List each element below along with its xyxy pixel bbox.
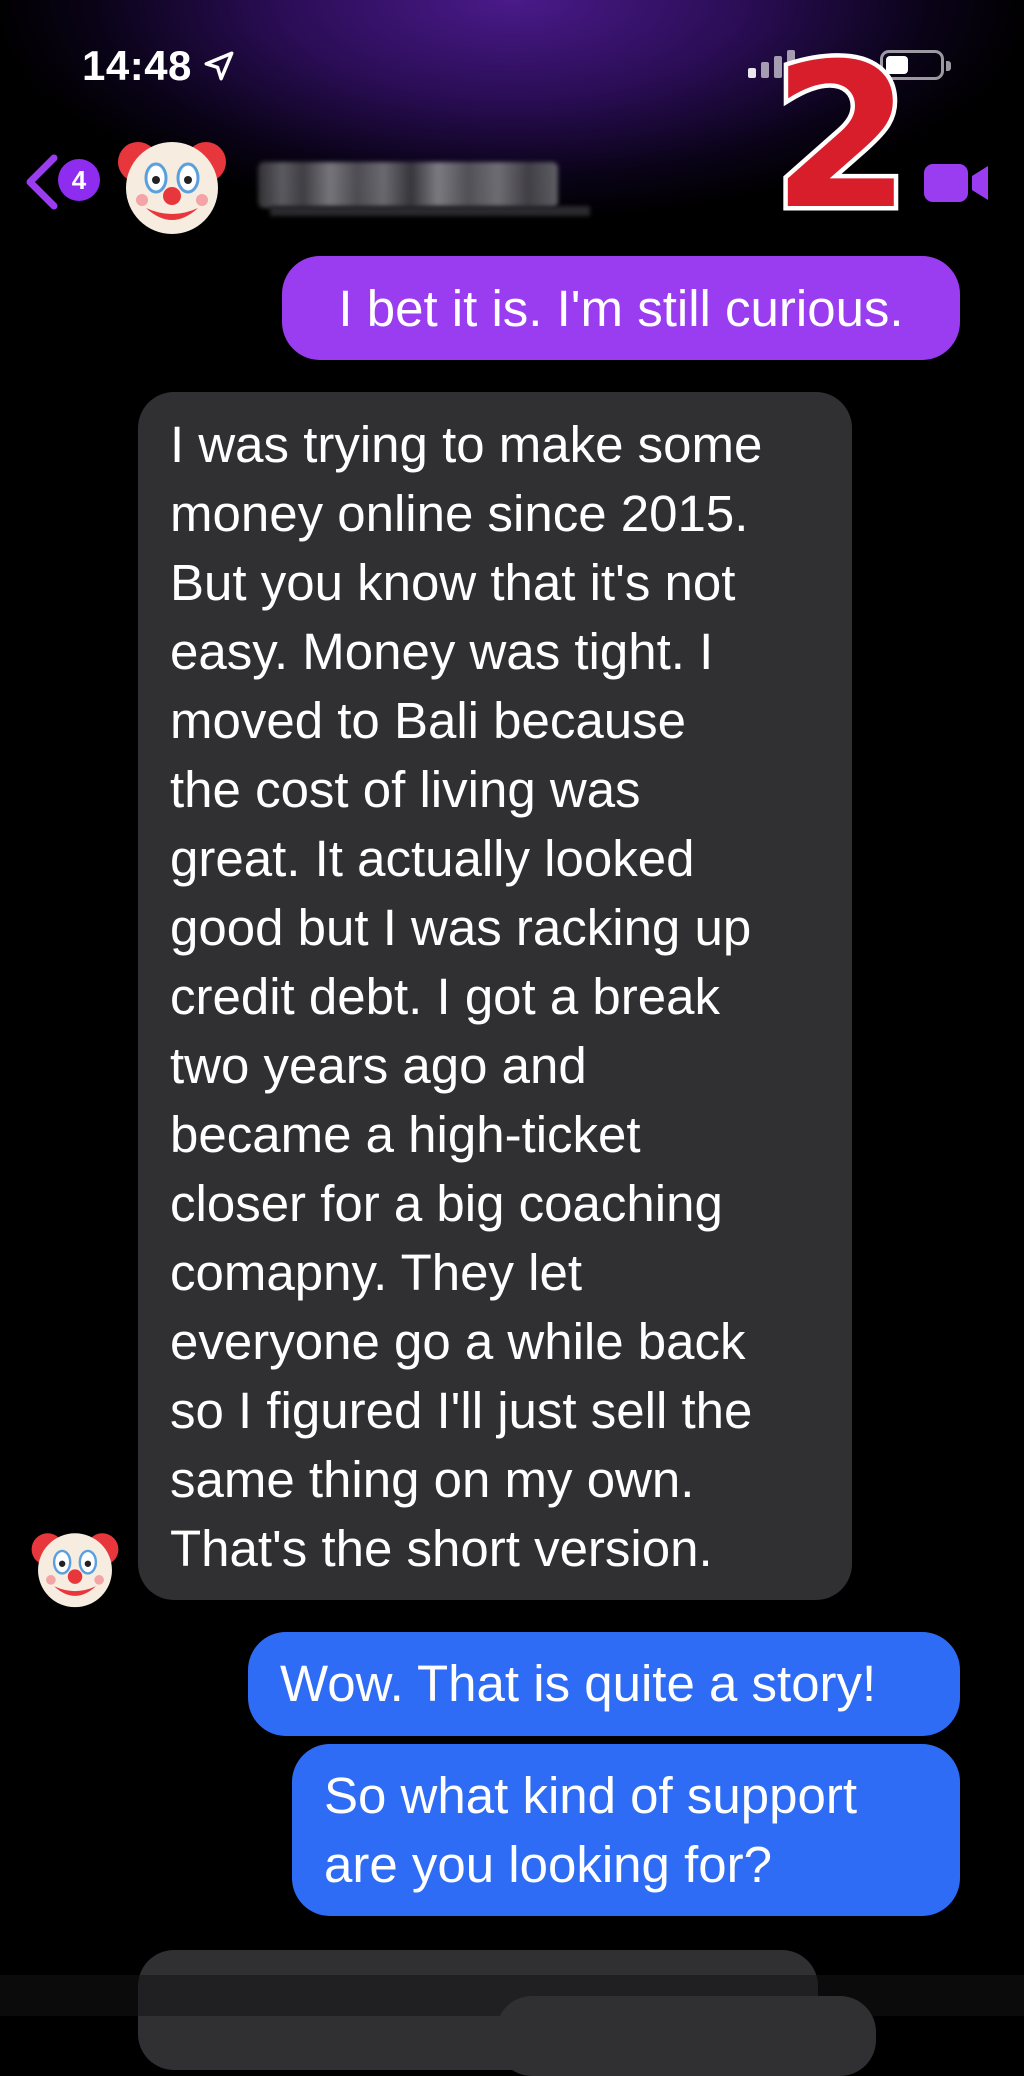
message-line: same thing on my own. bbox=[170, 1451, 695, 1508]
message-line: everyone go a while back bbox=[170, 1313, 746, 1370]
message-text: I bet it is. I'm still curious. bbox=[338, 280, 904, 337]
message-line: so I figured I'll just sell the bbox=[170, 1382, 753, 1439]
message-line: are you looking for? bbox=[324, 1836, 772, 1893]
message-outgoing-2[interactable]: Wow. That is quite a story! bbox=[248, 1632, 960, 1736]
message-line: the cost of living was bbox=[170, 761, 641, 818]
clown-face-emoji[interactable] bbox=[30, 1522, 120, 1612]
message-line: good but I was racking up bbox=[170, 899, 752, 956]
message-line: moved to Bali because bbox=[170, 692, 686, 749]
message-line: But you know that it's not bbox=[170, 554, 736, 611]
overlay-number: 2 bbox=[767, 21, 915, 254]
message-partial[interactable] bbox=[496, 1996, 876, 2076]
message-line: easy. Money was tight. I bbox=[170, 623, 714, 680]
message-line: closer for a big coaching bbox=[170, 1175, 723, 1232]
message-line: money online since 2015. bbox=[170, 485, 749, 542]
contact-name-redacted[interactable] bbox=[258, 162, 558, 208]
message-text: Wow. That is quite a story! bbox=[280, 1655, 877, 1712]
unread-count-badge[interactable]: 4 bbox=[58, 159, 100, 201]
contact-name-redacted-shadow bbox=[270, 206, 590, 216]
video-camera-icon[interactable] bbox=[922, 160, 992, 206]
message-line: So what kind of support bbox=[324, 1767, 857, 1824]
message-line: comapny. They let bbox=[170, 1244, 582, 1301]
message-outgoing-3[interactable]: So what kind of support are you looking … bbox=[292, 1744, 960, 1916]
location-arrow-icon bbox=[204, 51, 234, 81]
status-bar-time: 14:48 bbox=[82, 42, 236, 90]
message-outgoing-1[interactable]: I bet it is. I'm still curious. bbox=[282, 256, 960, 360]
message-incoming-1[interactable]: I was trying to make some money online s… bbox=[138, 392, 852, 1600]
message-line: two years ago and bbox=[170, 1037, 587, 1094]
message-line: great. It actually looked bbox=[170, 830, 695, 887]
message-line: That's the short version. bbox=[170, 1520, 713, 1577]
message-line: credit debt. I got a break bbox=[170, 968, 720, 1025]
message-line: became a high-ticket bbox=[170, 1106, 641, 1163]
message-line: I was trying to make some bbox=[170, 416, 763, 473]
clown-face-emoji[interactable] bbox=[116, 128, 228, 240]
time-label: 14:48 bbox=[82, 42, 192, 89]
